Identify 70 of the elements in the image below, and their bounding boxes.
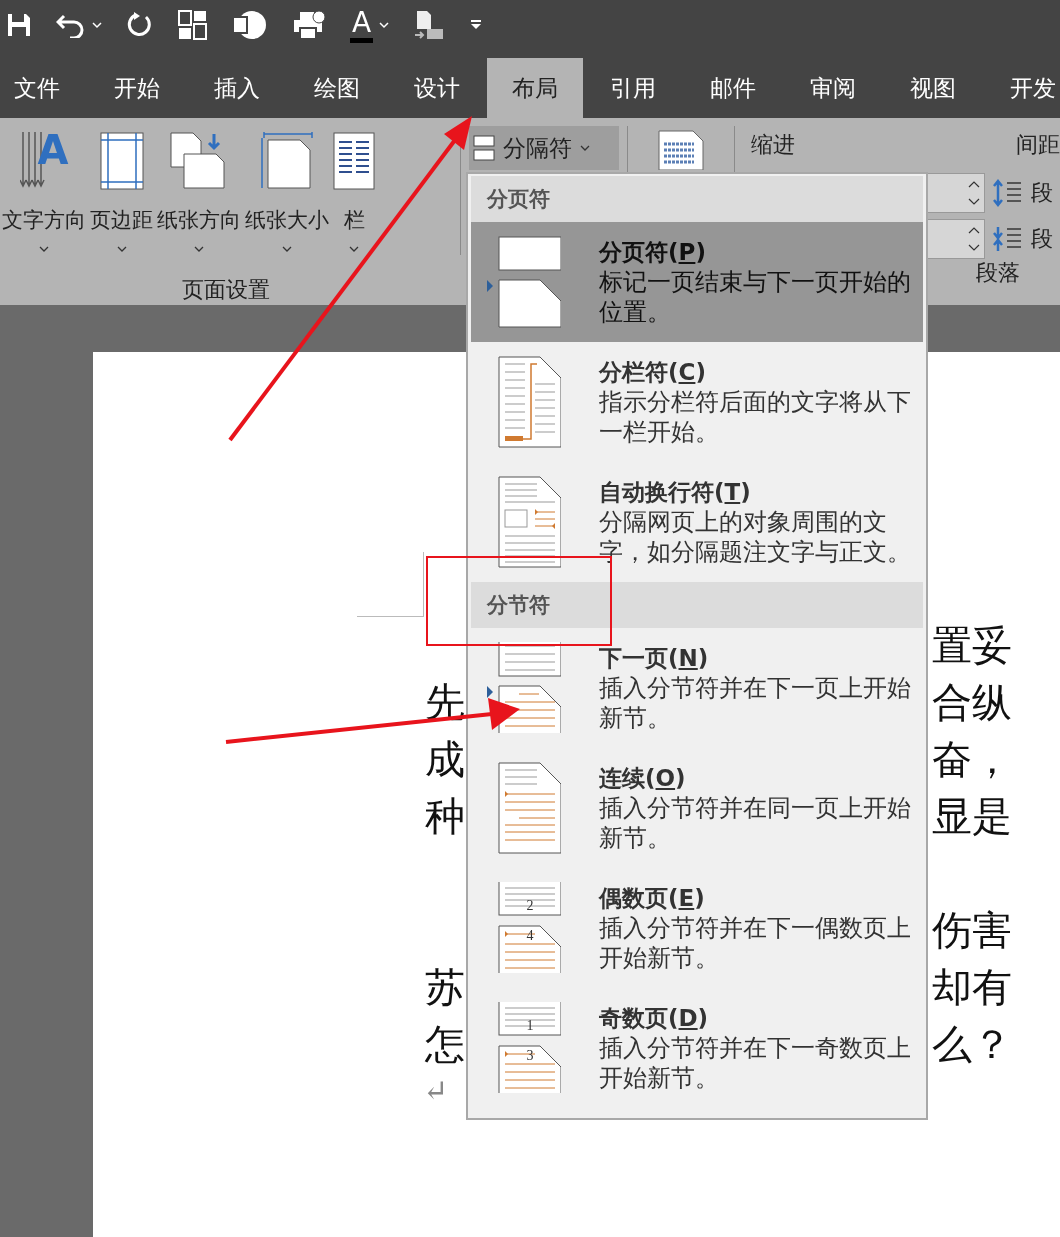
ribbon-tab[interactable]: 审阅 (783, 58, 883, 118)
menu-item[interactable]: 分栏符(C) 指示分栏符后面的文字将从下一栏开始。 (471, 342, 923, 462)
spacing-label: 段 (1031, 179, 1053, 207)
menu-item[interactable]: 分页符(P) 标记一页结束与下一页开始的位置。 (471, 222, 923, 342)
layout-icon[interactable] (178, 10, 208, 40)
page-break-icon (485, 642, 561, 734)
customize-icon[interactable] (469, 19, 484, 31)
document-text: 置妥 (932, 622, 1012, 670)
orientation-icon (170, 130, 228, 192)
document-text: 显是 (932, 793, 1012, 841)
ribbon-tab[interactable]: 插入 (187, 58, 287, 118)
document-text: 成 (425, 736, 465, 784)
mail-merge-icon[interactable] (413, 9, 446, 41)
indent-label: 缩进 (751, 131, 795, 159)
spacing-before-icon (993, 179, 1023, 207)
undo-icon[interactable] (56, 12, 86, 38)
ribbon-tab[interactable]: 邮件 (683, 58, 783, 118)
redo-icon[interactable] (126, 11, 154, 39)
document-text: 却有 (932, 964, 1012, 1012)
document-text: 合纵 (932, 679, 1012, 727)
document-text: 苏 (425, 964, 465, 1012)
document-text: 么？ (932, 1021, 1012, 1069)
caret-icon (282, 246, 292, 253)
caret-icon (349, 246, 359, 253)
ribbon-tab[interactable]: 绘图 (287, 58, 387, 118)
margins-icon (99, 130, 144, 192)
group-label: 页面设置 (181, 276, 271, 304)
line-numbers-icon[interactable] (658, 130, 704, 170)
ribbon-tab[interactable]: 设计 (387, 58, 487, 118)
menu-item[interactable]: 连续(O) 插入分节符并在同一页上开始新节。 (471, 748, 923, 868)
menu-item[interactable]: 1 3 奇数页(D) 插入分节符并在下一奇数页上开始新节。 (471, 988, 923, 1108)
caret-icon (580, 144, 590, 152)
save-icon[interactable] (6, 12, 32, 38)
menu-section-header: 分页符 (471, 176, 923, 222)
breaks-icon (473, 135, 495, 161)
menu-item[interactable]: 2 4 偶数页(E) 插入分节符并在下一偶数页上开始新节。 (471, 868, 923, 988)
ribbon-tab[interactable]: 布局 (487, 58, 583, 118)
ribbon-button[interactable]: 纸张方向 (155, 130, 243, 260)
document-text: 种 (425, 793, 465, 841)
page-size-icon (260, 130, 314, 192)
caret-icon (116, 246, 127, 253)
ribbon-tab[interactable]: 引用 (583, 58, 683, 118)
ribbon-tab[interactable]: 视图 (883, 58, 983, 118)
crop-mark (357, 552, 424, 617)
document-text: 怎 (425, 1021, 465, 1069)
ribbon-tab[interactable]: 开始 (87, 58, 187, 118)
caret-icon[interactable] (379, 21, 390, 29)
caret-icon (39, 246, 49, 253)
caret-icon (194, 246, 204, 253)
group-label: 段落 (976, 259, 1020, 287)
menu-section-header: 分节符 (471, 582, 923, 628)
spacing-label: 间距 (1016, 131, 1060, 159)
caret-icon[interactable] (92, 21, 102, 29)
menu-item[interactable]: 下一页(N) 插入分节符并在下一页上开始新节。 (471, 628, 923, 748)
breaks-button[interactable]: 分隔符 (469, 126, 619, 170)
ribbon-button[interactable]: 栏 (331, 130, 377, 260)
spacing-label: 段 (1031, 225, 1053, 253)
ribbon-button[interactable]: 纸张大小 (243, 130, 331, 260)
spacing-after-icon (993, 225, 1023, 253)
printer-icon[interactable] (292, 10, 326, 40)
ribbon-tab[interactable]: 开发 (983, 58, 1060, 118)
ribbon-button[interactable]: A 文字方向 (0, 130, 88, 260)
document-text: 奋， (932, 736, 1012, 784)
document-text: 伤害 (932, 907, 1012, 955)
paragraph-mark: ↵ (423, 1073, 449, 1108)
presenter-icon[interactable] (232, 10, 268, 40)
columns-icon (333, 130, 375, 192)
ribbon-tab[interactable]: 文件 (0, 58, 87, 118)
ribbon-button[interactable]: 页边距 (88, 130, 155, 260)
page-break-icon (485, 236, 561, 328)
